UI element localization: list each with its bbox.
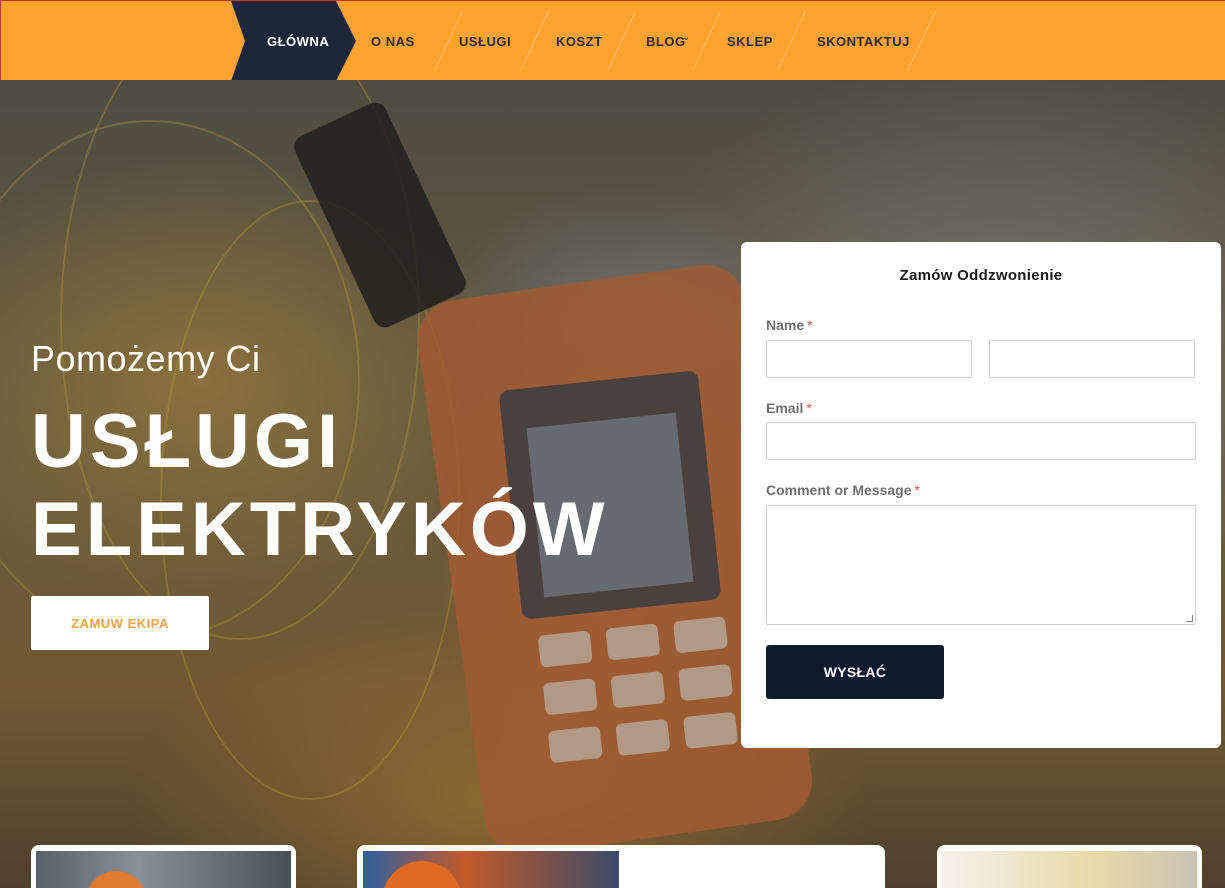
form-title: Zamów Oddzwonienie: [899, 267, 1063, 284]
name-label: Name *: [766, 317, 813, 333]
service-card[interactable]: [31, 845, 296, 888]
required-mark: *: [914, 482, 920, 498]
hero-title-line-1: USŁUGI: [31, 399, 343, 484]
hero-subtitle: Pomożemy Ci: [31, 338, 261, 379]
message-textarea[interactable]: [766, 505, 1196, 625]
nav-divider: [520, 11, 549, 71]
nav-item-blog[interactable]: BLOG: [646, 34, 686, 49]
chevron-down-icon[interactable]: ⌄: [682, 32, 690, 43]
name-label-text: Name: [766, 317, 805, 333]
service-card-image: [36, 851, 291, 888]
required-mark: *: [806, 400, 812, 416]
nav-item-sklep[interactable]: SKLEP: [727, 34, 773, 49]
submit-button[interactable]: WYSŁAĆ: [766, 645, 944, 699]
nav-item-glowna[interactable]: GŁÓWNA: [267, 34, 329, 49]
service-card[interactable]: [937, 845, 1202, 888]
nav-item-koszt[interactable]: KOSZT: [556, 34, 603, 49]
nav-divider: [692, 11, 721, 71]
top-navigation: GŁÓWNA O NAS USŁUGI KOSZT BLOG ⌄ SKLEP S…: [0, 0, 1225, 81]
hero-title: USŁUGI ELEKTRYKÓW: [31, 398, 609, 574]
email-input[interactable]: [766, 422, 1196, 460]
service-card[interactable]: [357, 845, 885, 888]
nav-divider: [907, 11, 936, 71]
nav-item-o-nas[interactable]: O NAS: [371, 34, 415, 49]
nav-item-uslugi[interactable]: USŁUGI: [459, 34, 511, 49]
nav-divider: [777, 11, 806, 71]
callback-form-card: Zamów Oddzwonienie Name * Email * Comment …: [741, 242, 1221, 748]
last-name-input[interactable]: [989, 340, 1195, 378]
message-label: Comment or Message *: [766, 482, 920, 498]
first-name-input[interactable]: [766, 340, 972, 378]
required-mark: *: [807, 317, 813, 333]
nav-divider: [607, 11, 636, 71]
hero-title-line-2: ELEKTRYKÓW: [31, 487, 609, 572]
nav-item-skontaktuj[interactable]: SKONTAKTUJ: [817, 34, 910, 49]
order-team-button[interactable]: ZAMUW EKIPA: [31, 596, 209, 650]
message-label-text: Comment or Message: [766, 482, 912, 498]
email-label-text: Email: [766, 400, 804, 416]
email-label: Email *: [766, 400, 812, 416]
service-card-image: [942, 851, 1197, 888]
